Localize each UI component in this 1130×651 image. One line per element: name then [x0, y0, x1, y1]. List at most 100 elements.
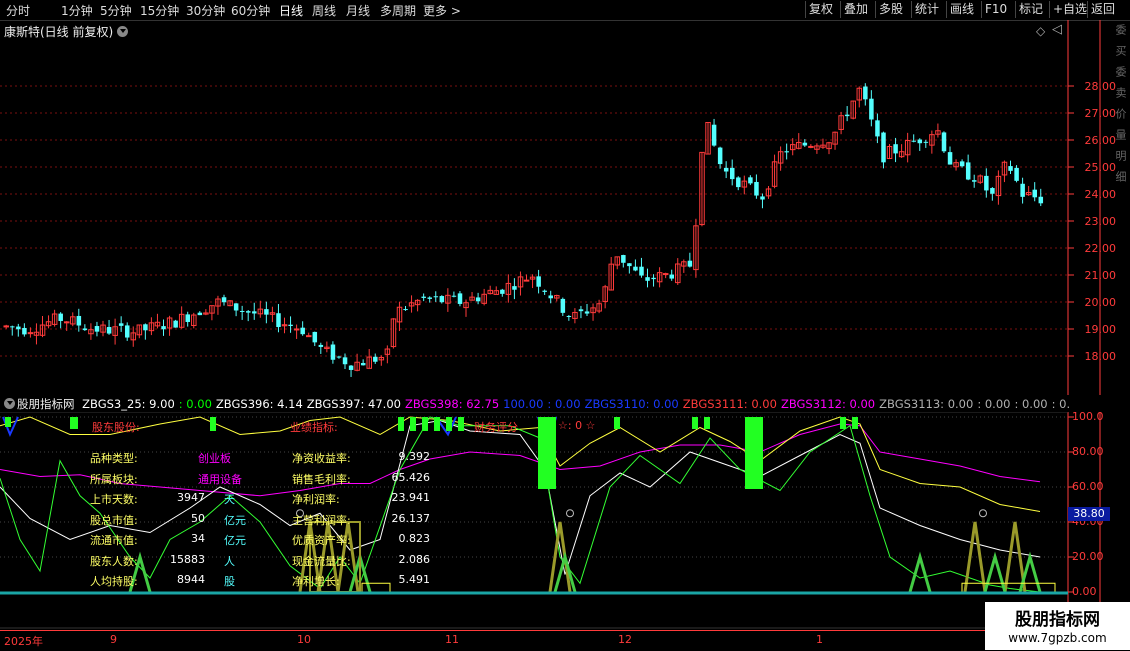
diamond-icon[interactable]: ◇ — [1036, 24, 1045, 38]
back-button[interactable]: 返回 — [1087, 1, 1118, 18]
green-bar — [410, 417, 416, 431]
period-tab-daily[interactable]: 日线 — [279, 2, 303, 19]
candle-body — [893, 144, 898, 154]
candle-body — [941, 132, 947, 152]
collapse-arrow-icon[interactable]: ◁ — [1052, 22, 1062, 37]
indicator-value: : 0.00 — [547, 397, 581, 411]
info-unit: 亿元 — [224, 534, 246, 547]
overlay-button[interactable]: 叠加 — [840, 1, 871, 18]
candle-body — [730, 167, 735, 180]
indicator-value: ZBGS3113: 0.00 — [879, 397, 974, 411]
candle-body — [881, 132, 886, 163]
info-label: 优质资产率: — [292, 534, 351, 547]
mark-button[interactable]: 标记 — [1015, 1, 1046, 18]
candle-body — [439, 296, 445, 303]
candle-body — [306, 335, 312, 338]
y-tick: 100.0 — [1072, 410, 1104, 423]
green-bar — [692, 417, 698, 429]
info-value: 3947 — [177, 491, 205, 504]
candle-body — [161, 326, 166, 330]
green-bar — [434, 417, 440, 431]
info-value: 5.491 — [398, 573, 431, 586]
candle-body — [560, 298, 566, 313]
candle-body — [662, 273, 669, 276]
y-tick: 80.00 — [1072, 445, 1104, 458]
indicator-name[interactable]: 股朋指标网 — [17, 397, 75, 411]
side-info-strip[interactable]: 委买委卖价量明细 — [1110, 20, 1130, 395]
candle-body — [947, 152, 953, 165]
info-unit: 股 — [224, 575, 235, 588]
candle-body — [723, 167, 729, 172]
info-label: 净利增长: — [292, 575, 340, 588]
indicator-value: : 0.00 — [1051, 397, 1070, 411]
green-bar — [422, 417, 428, 431]
green-bar — [852, 417, 858, 429]
candle-body — [566, 315, 572, 317]
period-tab-15min[interactable]: 15分钟 — [140, 2, 179, 19]
info-label: 现金流量比: — [292, 554, 351, 568]
draw-line-button[interactable]: 画线 — [946, 1, 977, 18]
candle-body — [923, 141, 929, 143]
period-tab-more[interactable]: 更多 > — [423, 2, 461, 19]
candle-body — [500, 289, 505, 294]
green-bar — [210, 417, 216, 431]
shareholder-section-label: 股东股份: — [92, 421, 140, 434]
candle-body — [421, 296, 426, 298]
star-rating: ☆: 0 ☆ — [558, 419, 596, 432]
period-tab-60min[interactable]: 60分钟 — [231, 2, 270, 19]
period-tab-timeshare[interactable]: 分时 — [6, 2, 30, 19]
candle-body — [58, 313, 63, 321]
candle-body — [300, 327, 305, 335]
candle-body — [959, 161, 965, 167]
add-watchlist-button[interactable]: +自选 — [1049, 1, 1090, 18]
candle-body — [972, 180, 977, 182]
indicator-value: : 0.00 — [977, 397, 1011, 411]
info-value: 2.086 — [398, 552, 431, 566]
period-tab-multi[interactable]: 多周期 — [380, 2, 416, 19]
candle-body — [784, 151, 789, 153]
candle-body — [118, 323, 124, 326]
period-tab-30min[interactable]: 30分钟 — [186, 2, 225, 19]
candle-body — [185, 314, 190, 322]
info-label: 净利润率: — [292, 493, 340, 506]
chevron-down-icon[interactable] — [4, 398, 15, 409]
indicator-value: ZBGS3111: 0.00 — [682, 397, 777, 411]
info-label: 销售毛利率: — [292, 472, 351, 486]
candle-body — [863, 86, 868, 100]
candle-body — [1008, 166, 1013, 171]
period-tab-5min[interactable]: 5分钟 — [100, 2, 132, 19]
candle-body — [984, 175, 989, 191]
watermark-url: www.7gpzb.com — [1008, 631, 1107, 645]
f10-button[interactable]: F10 — [981, 1, 1010, 18]
period-tab-weekly[interactable]: 周线 — [312, 2, 336, 19]
candle-body — [252, 311, 257, 314]
candle-body — [427, 297, 432, 299]
candle-body — [578, 309, 584, 312]
candle-body — [802, 142, 808, 146]
candlestick-chart[interactable] — [0, 20, 1130, 395]
multi-stock-button[interactable]: 多股 — [875, 1, 906, 18]
chevron-down-icon[interactable] — [117, 26, 129, 37]
info-value: 34 — [191, 532, 205, 545]
candle-body — [1014, 167, 1019, 181]
indicator-value: ZBGS3112: 0.00 — [780, 397, 876, 411]
indicator-value: : 0.00 — [1014, 397, 1048, 411]
info-label: 股总市值: — [90, 513, 138, 527]
candle-body — [748, 177, 753, 184]
period-toolbar: 分时 1分钟 5分钟 15分钟 30分钟 60分钟 日线 周线 月线 多周期 更… — [0, 0, 1130, 21]
y-tick: 20.00 — [1072, 550, 1104, 563]
candle-body — [584, 311, 590, 314]
candle-body — [627, 263, 632, 267]
info-label: 股东人数: — [90, 554, 138, 568]
candle-body — [990, 188, 995, 194]
candle-body — [293, 328, 300, 331]
watermark-title: 股朋指标网 — [1015, 610, 1100, 630]
statistics-button[interactable]: 统计 — [911, 1, 942, 18]
period-tab-1min[interactable]: 1分钟 — [61, 2, 93, 19]
adjust-button[interactable]: 复权 — [805, 1, 836, 18]
indicator-value: 100.00 — [503, 397, 544, 411]
stock-title: 康斯特(日线 前复权) — [4, 25, 114, 39]
candle-body — [64, 321, 70, 324]
green-bar — [446, 417, 452, 431]
period-tab-monthly[interactable]: 月线 — [346, 2, 370, 19]
